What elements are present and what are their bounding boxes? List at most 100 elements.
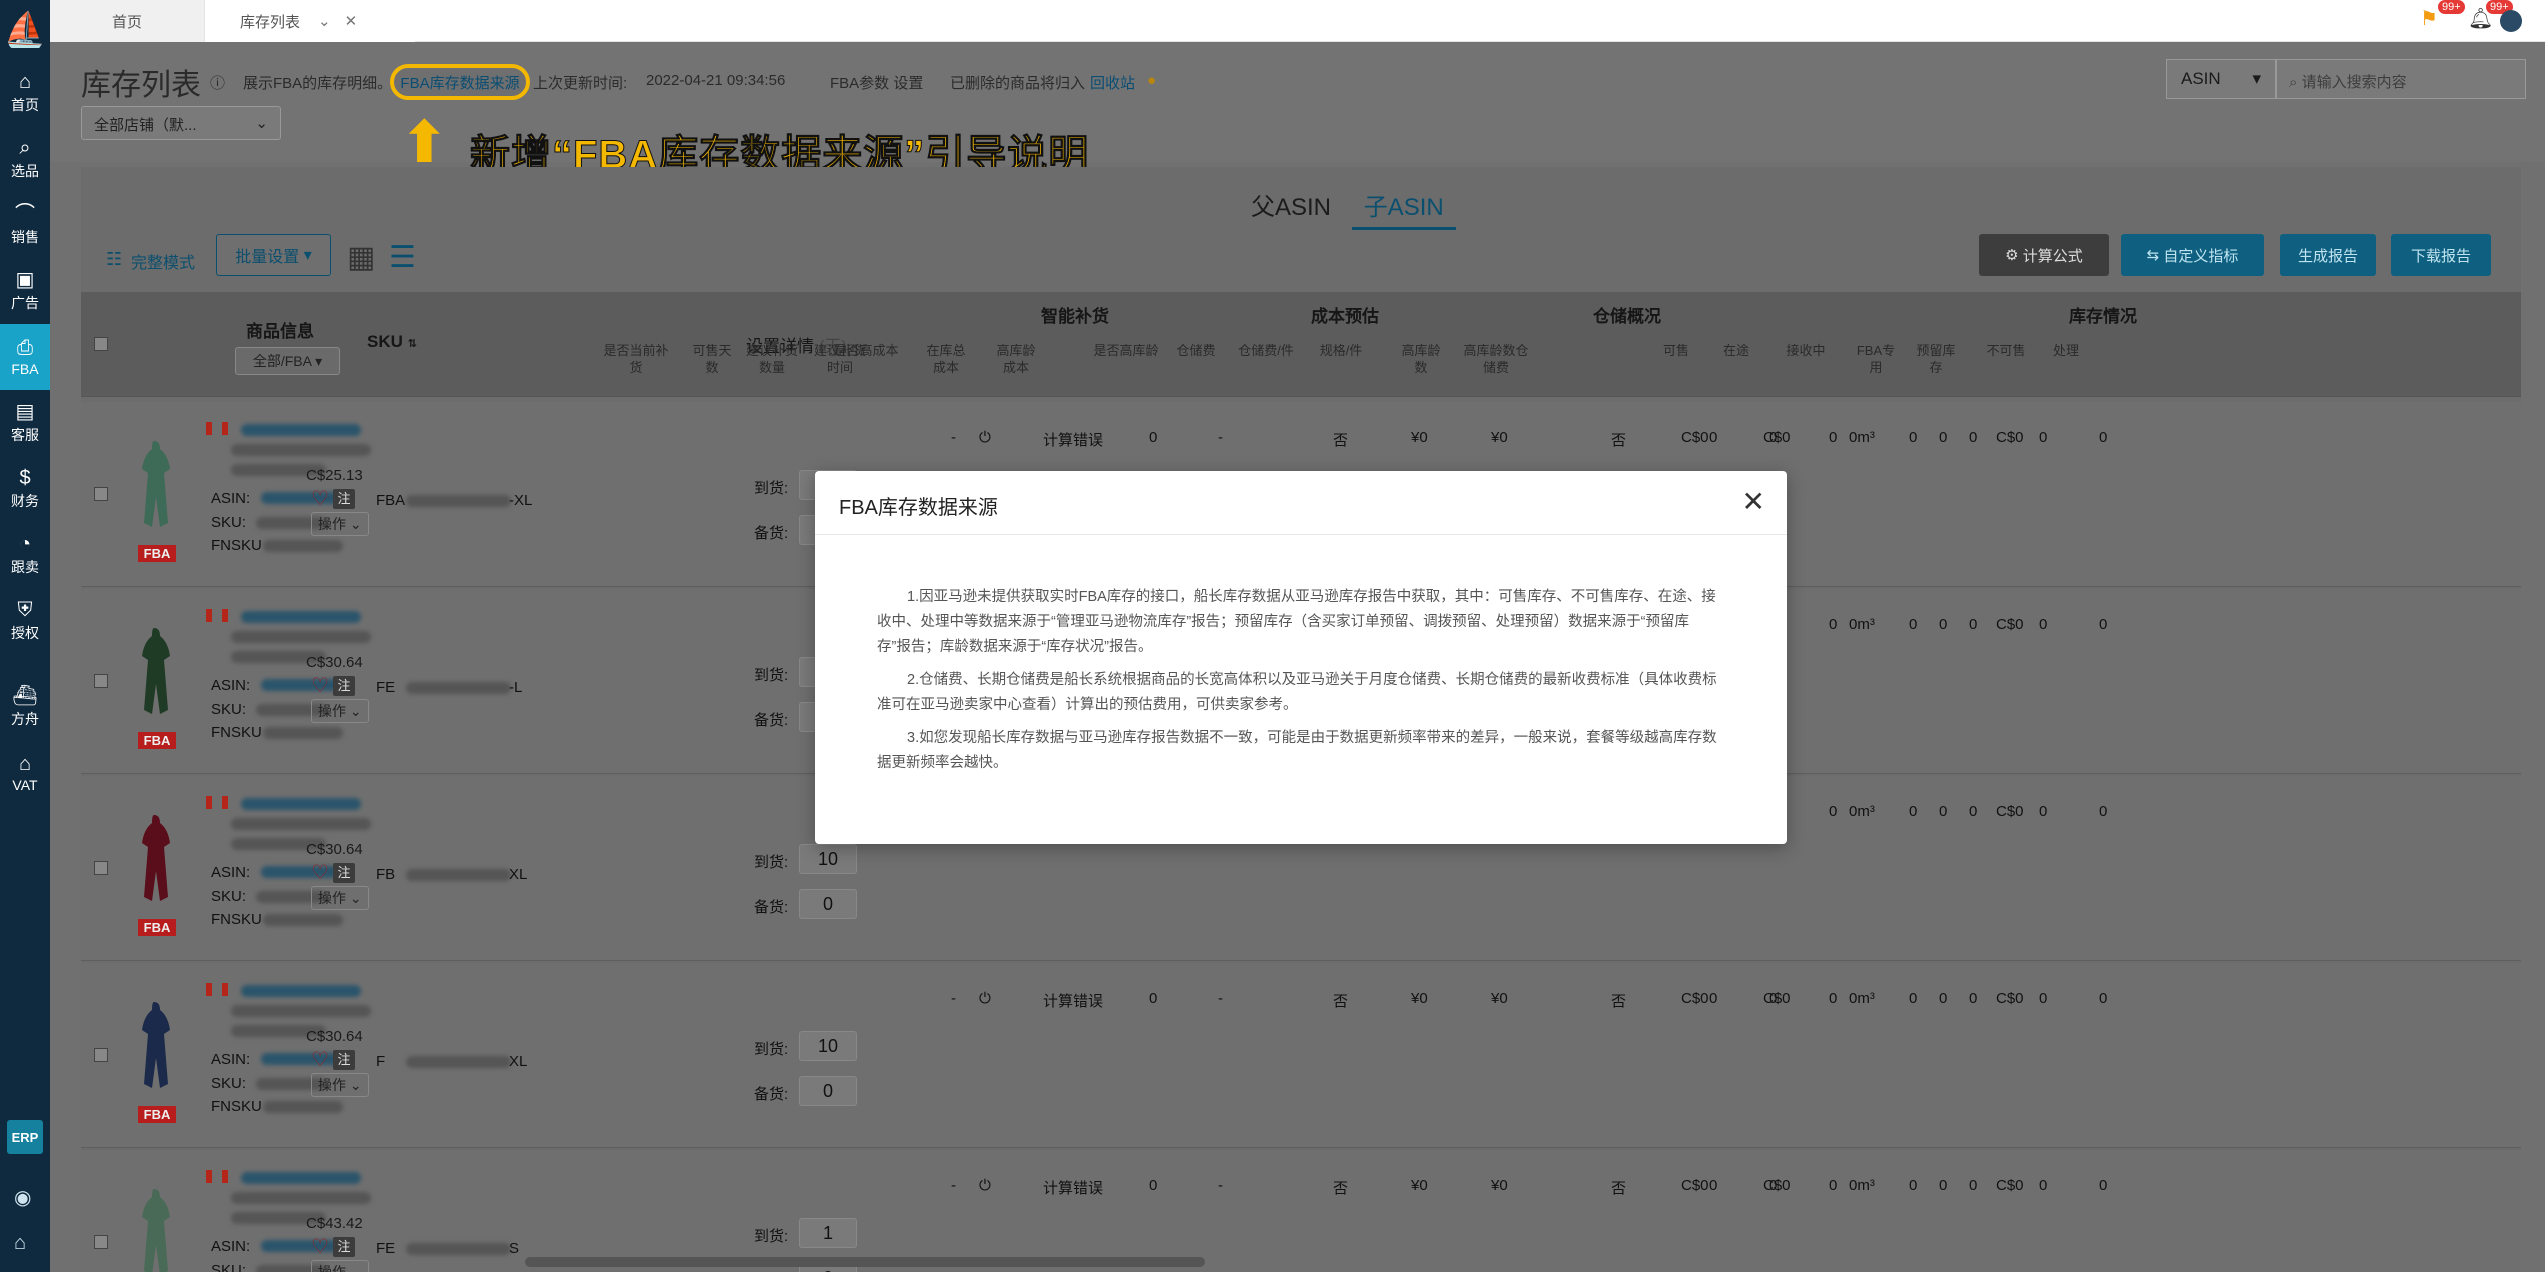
operation-dropdown[interactable]: 操作 ⌄ — [311, 512, 369, 536]
grid-view-icon[interactable]: ▦ — [347, 240, 375, 275]
subcol-inventory-2[interactable]: 接收中 — [1776, 342, 1836, 359]
sidebar-item-10[interactable]: ⌂ VAT — [0, 740, 50, 806]
arrive-input[interactable]: 1 — [799, 1218, 857, 1248]
sidebar-item-8[interactable]: ⛨ 授权 — [0, 588, 50, 654]
table-row[interactable]: FBA C$43.42 ASIN: ♡ 注 SKU: 操作 ⌄ FNSKU FE… — [81, 1150, 2521, 1272]
note-button[interactable]: 注 — [333, 676, 355, 696]
sidebar-item-6[interactable]: $ 财务 — [0, 456, 50, 522]
operation-dropdown[interactable]: 操作 ⌄ — [311, 699, 369, 723]
tab-child-asin[interactable]: 子ASIN — [1351, 194, 1456, 230]
subcol-inventory-3[interactable]: FBA专用 — [1856, 342, 1896, 376]
stock-input[interactable]: 0 — [799, 889, 857, 919]
sidebar-item-3[interactable]: ▣ 广告 — [0, 258, 50, 324]
power-icon[interactable]: ⏻ — [979, 429, 991, 446]
product-filter-select[interactable]: 全部/FBA ▾ — [235, 347, 340, 375]
bulk-settings-button[interactable]: 批量设置 ▾ — [216, 234, 331, 276]
subcol-inventory-5[interactable]: 不可售 — [1986, 342, 2026, 359]
list-mode-icon[interactable]: ☷ — [106, 249, 122, 270]
power-icon[interactable]: ⏻ — [979, 1177, 991, 1194]
sidebar-item-7[interactable]: ◔ 跟卖 — [0, 522, 50, 588]
subcol-replenish-0[interactable]: 是否当前补货 — [601, 342, 671, 376]
search-input[interactable]: ⌕ 请输入搜索内容 — [2276, 59, 2526, 99]
sidebar-item-9[interactable]: ⛴ 方舟 — [0, 674, 50, 740]
download-report-button[interactable]: 下载报告 — [2391, 234, 2491, 276]
subcol-cost-1[interactable]: 在库总成本 — [921, 342, 971, 376]
power-icon[interactable]: ⏻ — [979, 990, 991, 1007]
col-sku[interactable]: SKU ⇅ — [367, 332, 417, 352]
store-select[interactable]: 全部店铺（默... ⌄ — [81, 106, 281, 140]
row-checkbox[interactable] — [94, 487, 108, 501]
note-button[interactable]: 注 — [333, 489, 355, 509]
asin-value[interactable] — [261, 1240, 341, 1252]
sidebar-item-1[interactable]: ⌕ 选品 — [0, 126, 50, 192]
heart-icon[interactable]: ♡ — [311, 486, 329, 511]
help-circle-icon[interactable]: ⓘ — [210, 72, 225, 93]
subcol-storage-3[interactable]: 规格/件 — [1311, 342, 1371, 359]
sidebar-item-0[interactable]: ⌂ 首页 — [0, 60, 50, 126]
asin-value[interactable] — [261, 866, 341, 878]
subcol-inventory-6[interactable]: 处理 — [2046, 342, 2086, 359]
product-link[interactable] — [241, 1172, 361, 1184]
fba-source-link[interactable]: FBA库存数据来源 — [390, 64, 530, 100]
product-link[interactable] — [241, 798, 361, 810]
fba-params-link[interactable]: FBA参数 设置 — [830, 72, 923, 93]
subcol-inventory-1[interactable]: 在途 — [1716, 342, 1756, 359]
subcol-inventory-4[interactable]: 预留库存 — [1916, 342, 1956, 376]
row-checkbox[interactable] — [94, 1048, 108, 1062]
recycle-bin-link[interactable]: 回收站 — [1090, 72, 1135, 93]
list-view-icon[interactable]: ☰ — [389, 240, 416, 275]
asin-value[interactable] — [261, 1053, 341, 1065]
tab-home[interactable]: 首页 — [50, 0, 205, 42]
arrive-input[interactable]: 10 — [799, 844, 857, 874]
product-link[interactable] — [241, 424, 361, 436]
asin-value[interactable] — [261, 679, 341, 691]
asin-value[interactable] — [261, 492, 341, 504]
subcol-storage-0[interactable]: 是否高库龄 — [1091, 342, 1161, 359]
tab-parent-asin[interactable]: 父ASIN — [1251, 194, 1331, 221]
subcol-cost-0[interactable]: 是否高成本 — [831, 342, 901, 359]
flag-icon[interactable]: ⚑ — [2420, 6, 2438, 31]
heart-icon[interactable]: ♡ — [311, 1234, 329, 1259]
close-icon[interactable]: ✕ — [1742, 485, 1765, 518]
heart-icon[interactable]: ♡ — [311, 673, 329, 698]
row-checkbox[interactable] — [94, 861, 108, 875]
operation-dropdown[interactable]: 操作 ⌄ — [311, 1073, 369, 1097]
search-field-select[interactable]: ASIN ▾ — [2166, 59, 2276, 99]
heart-icon[interactable]: ♡ — [311, 1047, 329, 1072]
sidebar-item-2[interactable]: ⌒ 销售 — [0, 192, 50, 258]
help-icon[interactable]: ◉ — [14, 1185, 31, 1210]
table-row[interactable]: FBA C$30.64 ASIN: ♡ 注 SKU: 操作 ⌄ FNSKU F … — [81, 963, 2521, 1148]
subcol-inventory-0[interactable]: 可售 — [1656, 342, 1696, 359]
note-button[interactable]: 注 — [333, 1237, 355, 1257]
subcol-storage-2[interactable]: 仓储费/件 — [1231, 342, 1301, 359]
operation-dropdown[interactable]: 操作 ⌄ — [311, 1260, 369, 1272]
horizontal-scrollbar[interactable] — [525, 1257, 1205, 1267]
subcol-storage-4[interactable]: 高库龄数 — [1401, 342, 1441, 376]
operation-dropdown[interactable]: 操作 ⌄ — [311, 886, 369, 910]
close-icon[interactable]: ✕ — [345, 12, 358, 30]
question-icon[interactable]: ● — [1147, 72, 1156, 89]
arrive-input[interactable]: 10 — [799, 1031, 857, 1061]
subcol-storage-5[interactable]: 高库龄数仓储费 — [1461, 342, 1531, 376]
subcol-replenish-2[interactable]: 建议补货数量 — [741, 342, 803, 376]
product-link[interactable] — [241, 985, 361, 997]
subcol-replenish-1[interactable]: 可售天数 — [689, 342, 735, 376]
sidebar-item-5[interactable]: ▤ 客服 — [0, 390, 50, 456]
custom-metric-button[interactable]: ⇆ 自定义指标 — [2121, 234, 2264, 276]
app-logo[interactable]: ⛵ — [0, 0, 50, 60]
sidebar-item-4[interactable]: ⎙ FBA — [0, 324, 50, 390]
subcol-cost-2[interactable]: 高库龄成本 — [991, 342, 1041, 376]
product-link[interactable] — [241, 611, 361, 623]
select-all-checkbox[interactable] — [94, 337, 108, 351]
formula-button[interactable]: ⚙ 计算公式 — [1979, 234, 2109, 276]
note-button[interactable]: 注 — [333, 863, 355, 883]
generate-report-button[interactable]: 生成报告 — [2280, 234, 2376, 276]
erp-button[interactable]: ERP — [7, 1120, 43, 1154]
tab-inventory[interactable]: 库存列表 ⌄ ✕ — [205, 0, 415, 42]
stock-input[interactable]: 0 — [799, 1076, 857, 1106]
heart-icon[interactable]: ♡ — [311, 860, 329, 885]
note-button[interactable]: 注 — [333, 1050, 355, 1070]
row-checkbox[interactable] — [94, 1235, 108, 1249]
chevron-down-icon[interactable]: ⌄ — [318, 12, 331, 30]
gift-icon[interactable]: ⌂ — [14, 1232, 26, 1255]
